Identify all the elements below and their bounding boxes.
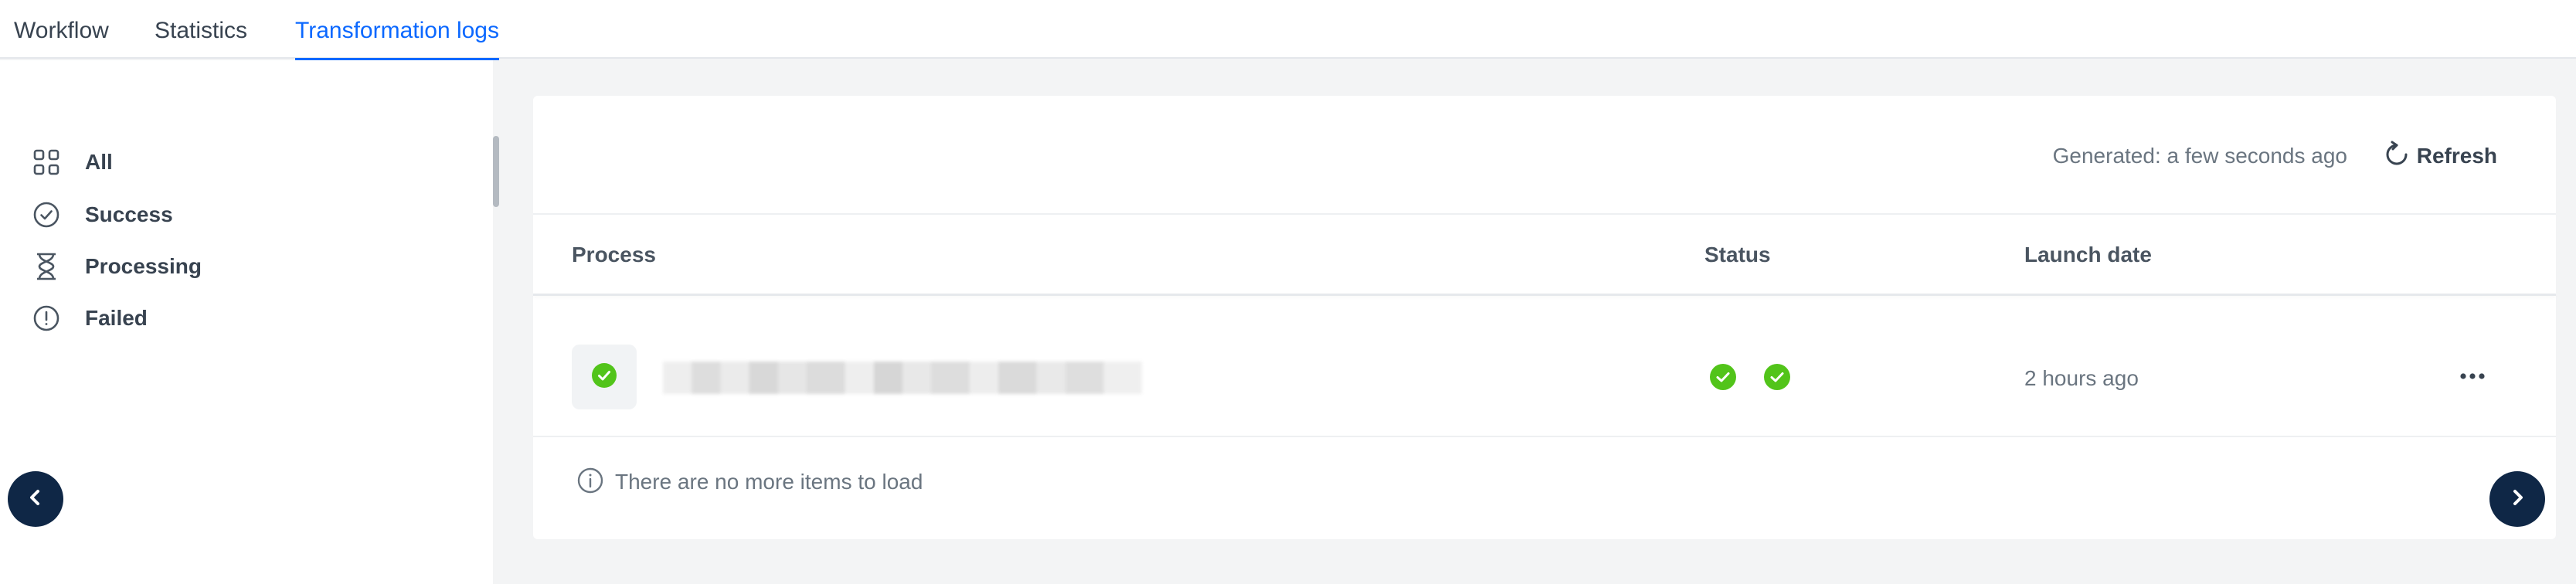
sidebar: All Success Processing Failed bbox=[0, 60, 493, 584]
success-icon bbox=[1763, 363, 1791, 395]
hourglass-icon bbox=[29, 250, 63, 284]
chevron-left-icon bbox=[25, 487, 46, 512]
more-horizontal-icon bbox=[2459, 370, 2486, 384]
next-button[interactable] bbox=[2489, 471, 2545, 527]
process-name-redacted[interactable] bbox=[663, 362, 1142, 394]
filter-failed[interactable]: Failed bbox=[29, 300, 462, 337]
column-header-launch-date[interactable]: Launch date bbox=[2024, 215, 2152, 295]
check-circle-icon bbox=[29, 198, 63, 232]
row-actions-button[interactable] bbox=[2449, 362, 2496, 392]
filter-success-label: Success bbox=[85, 202, 173, 226]
no-more-items-text: There are no more items to load bbox=[615, 470, 923, 494]
launch-date: 2 hours ago bbox=[2024, 366, 2139, 390]
tab-statistics[interactable]: Statistics bbox=[155, 0, 247, 59]
status-icons bbox=[1709, 363, 1791, 395]
success-icon bbox=[591, 362, 617, 392]
filter-processing[interactable]: Processing bbox=[29, 248, 462, 285]
card-header: Generated: a few seconds ago Refresh bbox=[533, 96, 2556, 215]
process-status-box bbox=[572, 345, 637, 409]
grid-icon bbox=[29, 145, 63, 179]
filter-processing-label: Processing bbox=[85, 254, 202, 278]
top-tab-bar: Workflow Statistics Transformation logs bbox=[0, 0, 2576, 60]
chevron-right-icon bbox=[2506, 487, 2528, 512]
row-divider bbox=[533, 436, 2556, 437]
filter-success[interactable]: Success bbox=[29, 196, 462, 233]
prev-button[interactable] bbox=[8, 471, 63, 527]
success-icon bbox=[1709, 363, 1737, 395]
filter-all-label: All bbox=[85, 150, 113, 174]
tab-workflow[interactable]: Workflow bbox=[14, 0, 109, 59]
column-header-status[interactable]: Status bbox=[1704, 215, 1771, 295]
no-more-items-notice: There are no more items to load bbox=[576, 463, 923, 501]
generated-timestamp: Generated: a few seconds ago bbox=[2052, 144, 2347, 168]
refresh-button[interactable]: Refresh bbox=[2381, 139, 2497, 173]
tab-transformation-logs[interactable]: Transformation logs bbox=[295, 0, 499, 60]
alert-circle-icon bbox=[29, 301, 63, 335]
filter-all[interactable]: All bbox=[29, 144, 462, 181]
column-header-process[interactable]: Process bbox=[572, 215, 656, 295]
header-divider bbox=[533, 294, 2556, 296]
sidebar-scrollbar[interactable] bbox=[493, 136, 499, 207]
refresh-icon bbox=[2381, 139, 2412, 174]
refresh-label: Refresh bbox=[2416, 144, 2497, 168]
info-icon bbox=[576, 467, 604, 498]
filter-failed-label: Failed bbox=[85, 306, 148, 330]
